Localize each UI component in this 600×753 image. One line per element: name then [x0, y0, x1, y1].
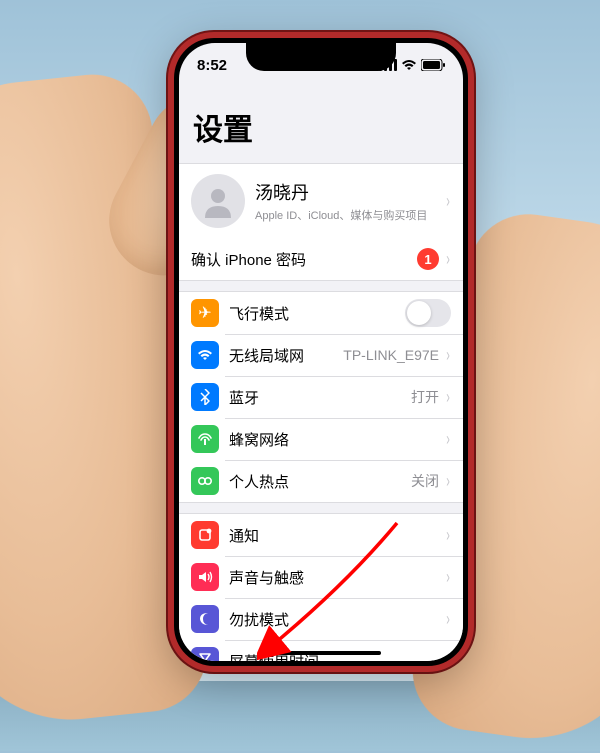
- chevron-right-icon: ›: [446, 192, 450, 210]
- status-time: 8:52: [197, 57, 227, 74]
- airplane-mode-row[interactable]: ✈︎ 飞行模式: [179, 292, 463, 334]
- chevron-right-icon: ›: [446, 472, 450, 490]
- battery-icon: [421, 59, 445, 71]
- moon-icon: [191, 605, 219, 633]
- confirm-passcode-label: 确认 iPhone 密码: [191, 249, 417, 270]
- cellular-label: 蜂窝网络: [229, 429, 445, 450]
- chevron-right-icon: ›: [446, 568, 450, 586]
- chevron-right-icon: ›: [446, 388, 450, 406]
- bluetooth-value: 打开: [411, 387, 439, 407]
- chevron-right-icon: ›: [446, 250, 450, 268]
- sounds-icon: [191, 563, 219, 591]
- network-group: ✈︎ 飞行模式 无线局域网 TP-LINK_E97E ›: [179, 291, 463, 503]
- wifi-settings-icon: [191, 341, 219, 369]
- home-indicator[interactable]: [261, 651, 381, 655]
- chevron-right-icon: ›: [446, 526, 450, 544]
- sounds-row[interactable]: 声音与触感 ›: [179, 556, 463, 598]
- chevron-right-icon: ›: [446, 610, 450, 628]
- notifications-icon: [191, 521, 219, 549]
- page-title: 设置: [179, 87, 463, 155]
- chevron-right-icon: ›: [446, 652, 450, 661]
- wifi-value: TP-LINK_E97E: [343, 347, 439, 363]
- confirm-passcode-row[interactable]: 确认 iPhone 密码 1 ›: [179, 238, 463, 281]
- airplane-label: 飞行模式: [229, 303, 405, 324]
- avatar: [191, 174, 245, 228]
- notifications-label: 通知: [229, 525, 445, 546]
- hourglass-icon: [191, 647, 219, 661]
- bluetooth-label: 蓝牙: [229, 387, 411, 408]
- bluetooth-icon: [191, 383, 219, 411]
- dnd-label: 勿扰模式: [229, 609, 445, 630]
- notifications-row[interactable]: 通知 ›: [179, 514, 463, 556]
- hotspot-icon: [191, 467, 219, 495]
- settings-content[interactable]: 设置 汤晓丹 Apple ID、iCloud、媒体与购买项目 › 确认 iPho…: [179, 87, 463, 661]
- sounds-label: 声音与触感: [229, 567, 445, 588]
- airplane-icon: ✈︎: [191, 299, 219, 327]
- wifi-icon: [401, 59, 417, 71]
- cellular-row[interactable]: 蜂窝网络 ›: [179, 418, 463, 460]
- hotspot-value: 关闭: [411, 471, 439, 491]
- badge-count: 1: [417, 248, 439, 270]
- chevron-right-icon: ›: [446, 430, 450, 448]
- cellular-icon: [191, 425, 219, 453]
- dnd-row[interactable]: 勿扰模式 ›: [179, 598, 463, 640]
- profile-name: 汤晓丹: [255, 179, 445, 205]
- apple-id-row[interactable]: 汤晓丹 Apple ID、iCloud、媒体与购买项目 ›: [179, 163, 463, 238]
- iphone-device: 8:52 设置 汤晓丹 Apple ID、iCloud、媒体与购买项目: [168, 32, 474, 672]
- airplane-toggle[interactable]: [405, 299, 451, 327]
- system-group-1: 通知 › 声音与触感 › 勿扰模式: [179, 513, 463, 661]
- wifi-label: 无线局域网: [229, 345, 343, 366]
- profile-subtitle: Apple ID、iCloud、媒体与购买项目: [255, 207, 445, 223]
- hotspot-label: 个人热点: [229, 471, 411, 492]
- chevron-right-icon: ›: [446, 346, 450, 364]
- bluetooth-row[interactable]: 蓝牙 打开 ›: [179, 376, 463, 418]
- hotspot-row[interactable]: 个人热点 关闭 ›: [179, 460, 463, 502]
- screen: 8:52 设置 汤晓丹 Apple ID、iCloud、媒体与购买项目: [179, 43, 463, 661]
- wifi-row[interactable]: 无线局域网 TP-LINK_E97E ›: [179, 334, 463, 376]
- notch: [246, 43, 396, 71]
